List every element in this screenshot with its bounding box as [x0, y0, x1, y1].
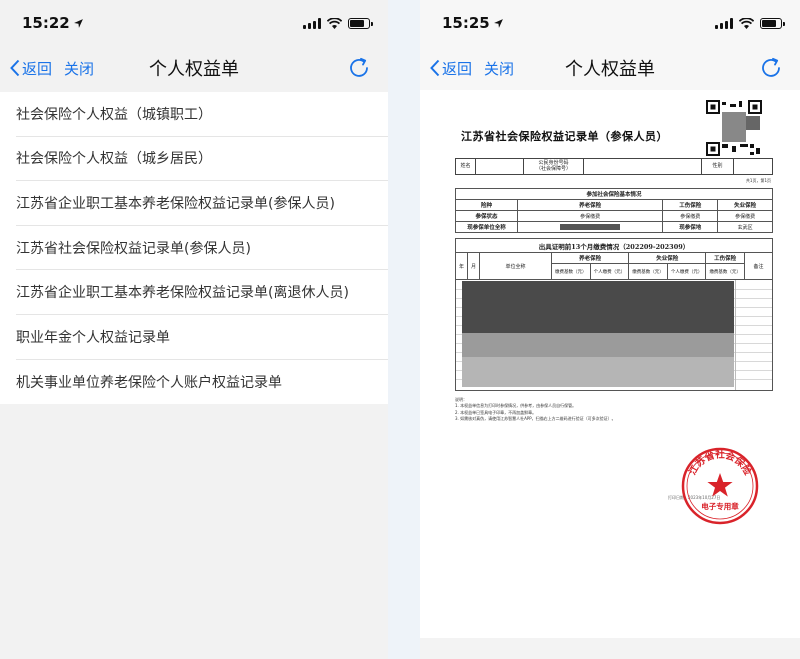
payment-table: 出具证明前13个月缴费情况（202209-202309） 年 月 单位全称 养老… [455, 238, 773, 280]
employer-value [516, 221, 664, 233]
status-bar: 15:25 [420, 0, 800, 46]
id-label: 公民身份号码 （社会保障号） [524, 159, 584, 174]
id-value [584, 159, 702, 174]
back-button[interactable]: 返回 [430, 58, 472, 79]
year-label: 年 [455, 252, 468, 280]
clock: 15:22 [22, 14, 70, 32]
phone-screen-list: 15:22 返回 关闭 个人权益单 社会保险个人权益（城镇职工） 社会保险个人权… [0, 0, 388, 659]
page-number: 共1页，第1页 [745, 178, 771, 183]
status-label: 参保状态 [455, 210, 518, 222]
wifi-icon [739, 17, 754, 29]
unemployment-personal-label: 个人缴费（元） [666, 263, 707, 280]
back-label: 返回 [442, 59, 473, 78]
battery-icon [348, 17, 373, 29]
status-icons [303, 17, 373, 29]
payment-header: 出具证明前13个月缴费情况（202209-202309） [455, 238, 773, 253]
remark-label: 备注 [744, 252, 773, 280]
location-arrow-icon [73, 18, 83, 28]
navigation-bar: 返回 关闭 个人权益单 [0, 46, 388, 90]
status-icons [715, 17, 785, 29]
svg-text:江苏省社会保险: 江苏省社会保险 [686, 449, 754, 478]
navigation-bar: 返回 关闭 个人权益单 [420, 46, 800, 90]
injury-label: 工伤保险 [662, 199, 719, 211]
list-item[interactable]: 社会保险个人权益（城镇职工） [16, 92, 388, 137]
status-bar: 15:22 [0, 0, 388, 46]
pension-label: 养老保险 [516, 199, 664, 211]
injury-status: 参保缴费 [662, 210, 719, 222]
employer-label: 现参保单位全称 [455, 221, 518, 233]
list-item[interactable]: 江苏省企业职工基本养老保险权益记录单(离退休人员) [16, 270, 388, 315]
official-seal-icon: 江苏省社会保险 电子专用章 [681, 447, 759, 525]
pension-base-label: 缴费基数（元） [551, 263, 591, 280]
id-label-line2: （社会保障号） [535, 165, 571, 172]
unemployment-label: 失业保险 [717, 199, 773, 211]
signal-icon [715, 17, 733, 29]
wifi-icon [327, 17, 342, 29]
insurance-type-label: 险种 [455, 199, 518, 211]
identity-row: 姓名 公民身份号码 （社会保障号） 性别 [455, 158, 773, 175]
refresh-icon[interactable] [760, 57, 782, 79]
signal-icon [303, 17, 321, 29]
injury-base-label: 缴费基数（元） [705, 263, 745, 280]
document-viewer[interactable]: 江苏省社会保险权益记录单（参保人员） 姓名 公民身份号码 （社会保障号） 性别 … [420, 90, 800, 638]
battery-icon [760, 17, 785, 29]
location-label: 现参保地 [662, 221, 719, 233]
close-button[interactable]: 关闭 [64, 58, 94, 79]
redacted-block [462, 357, 734, 387]
rights-record-document: 江苏省社会保险权益记录单（参保人员） 姓名 公民身份号码 （社会保障号） 性别 … [455, 100, 773, 525]
clock: 15:25 [442, 14, 490, 32]
gender-value [734, 159, 772, 174]
chevron-left-icon [10, 59, 20, 77]
gender-label: 性别 [702, 159, 734, 174]
qr-code-icon [706, 100, 762, 156]
status-time: 15:22 [22, 14, 84, 32]
location-value: 玄武区 [717, 221, 773, 233]
list-item[interactable]: 社会保险个人权益（城乡居民） [16, 137, 388, 182]
injury-col-label: 工伤保险 [705, 252, 745, 264]
pension-personal-label: 个人缴费（元） [589, 263, 630, 280]
record-list: 社会保险个人权益（城镇职工） 社会保险个人权益（城乡居民） 江苏省企业职工基本养… [0, 92, 388, 405]
unemployment-status: 参保缴费 [717, 210, 773, 222]
back-label: 返回 [22, 59, 53, 78]
phone-screen-document: 15:25 返回 关闭 个人权益单 江苏省社会保险权益记录单（参保人员） 姓名 … [420, 0, 800, 659]
pension-status: 参保缴费 [516, 210, 664, 222]
pension-col-label: 养老保险 [550, 252, 630, 264]
status-time: 15:25 [442, 14, 504, 32]
note-line: 3. 如需核对真伪，请使用江苏智慧人社APP，扫描右上方二维码进行验证（可多次验… [455, 416, 616, 422]
close-button[interactable]: 关闭 [484, 58, 514, 79]
back-button[interactable]: 返回 [10, 58, 52, 79]
name-label: 姓名 [456, 159, 476, 174]
svg-text:电子专用章: 电子专用章 [701, 501, 739, 511]
basic-header: 参加社会保险基本情况 [455, 188, 773, 200]
list-item[interactable]: 职业年金个人权益记录单 [16, 315, 388, 360]
month-label: 月 [467, 252, 480, 280]
name-value [476, 159, 524, 174]
unit-label: 单位全称 [479, 252, 552, 280]
bottom-bar [420, 638, 800, 659]
notes: 说明： 1. 本权益单信息为打印时参保情况，供参考，由参保人员自行保管。 2. … [455, 397, 773, 423]
unemployment-col-label: 失业保险 [628, 252, 707, 264]
list-item[interactable]: 机关事业单位养老保险个人账户权益记录单 [16, 360, 388, 405]
refresh-icon[interactable] [348, 57, 370, 79]
payment-rows-redacted [455, 280, 773, 391]
redacted-block [462, 333, 734, 357]
basic-insurance-table: 参加社会保险基本情况 险种 养老保险 工伤保险 失业保险 参保状态 参保缴费 参… [455, 188, 773, 233]
unemployment-base-label: 缴费基数（元） [628, 263, 668, 280]
chevron-left-icon [430, 59, 440, 77]
list-item[interactable]: 江苏省社会保险权益记录单(参保人员) [16, 226, 388, 271]
location-arrow-icon [493, 18, 503, 28]
list-item[interactable]: 江苏省企业职工基本养老保险权益记录单(参保人员) [16, 181, 388, 226]
redacted-block [462, 281, 734, 333]
